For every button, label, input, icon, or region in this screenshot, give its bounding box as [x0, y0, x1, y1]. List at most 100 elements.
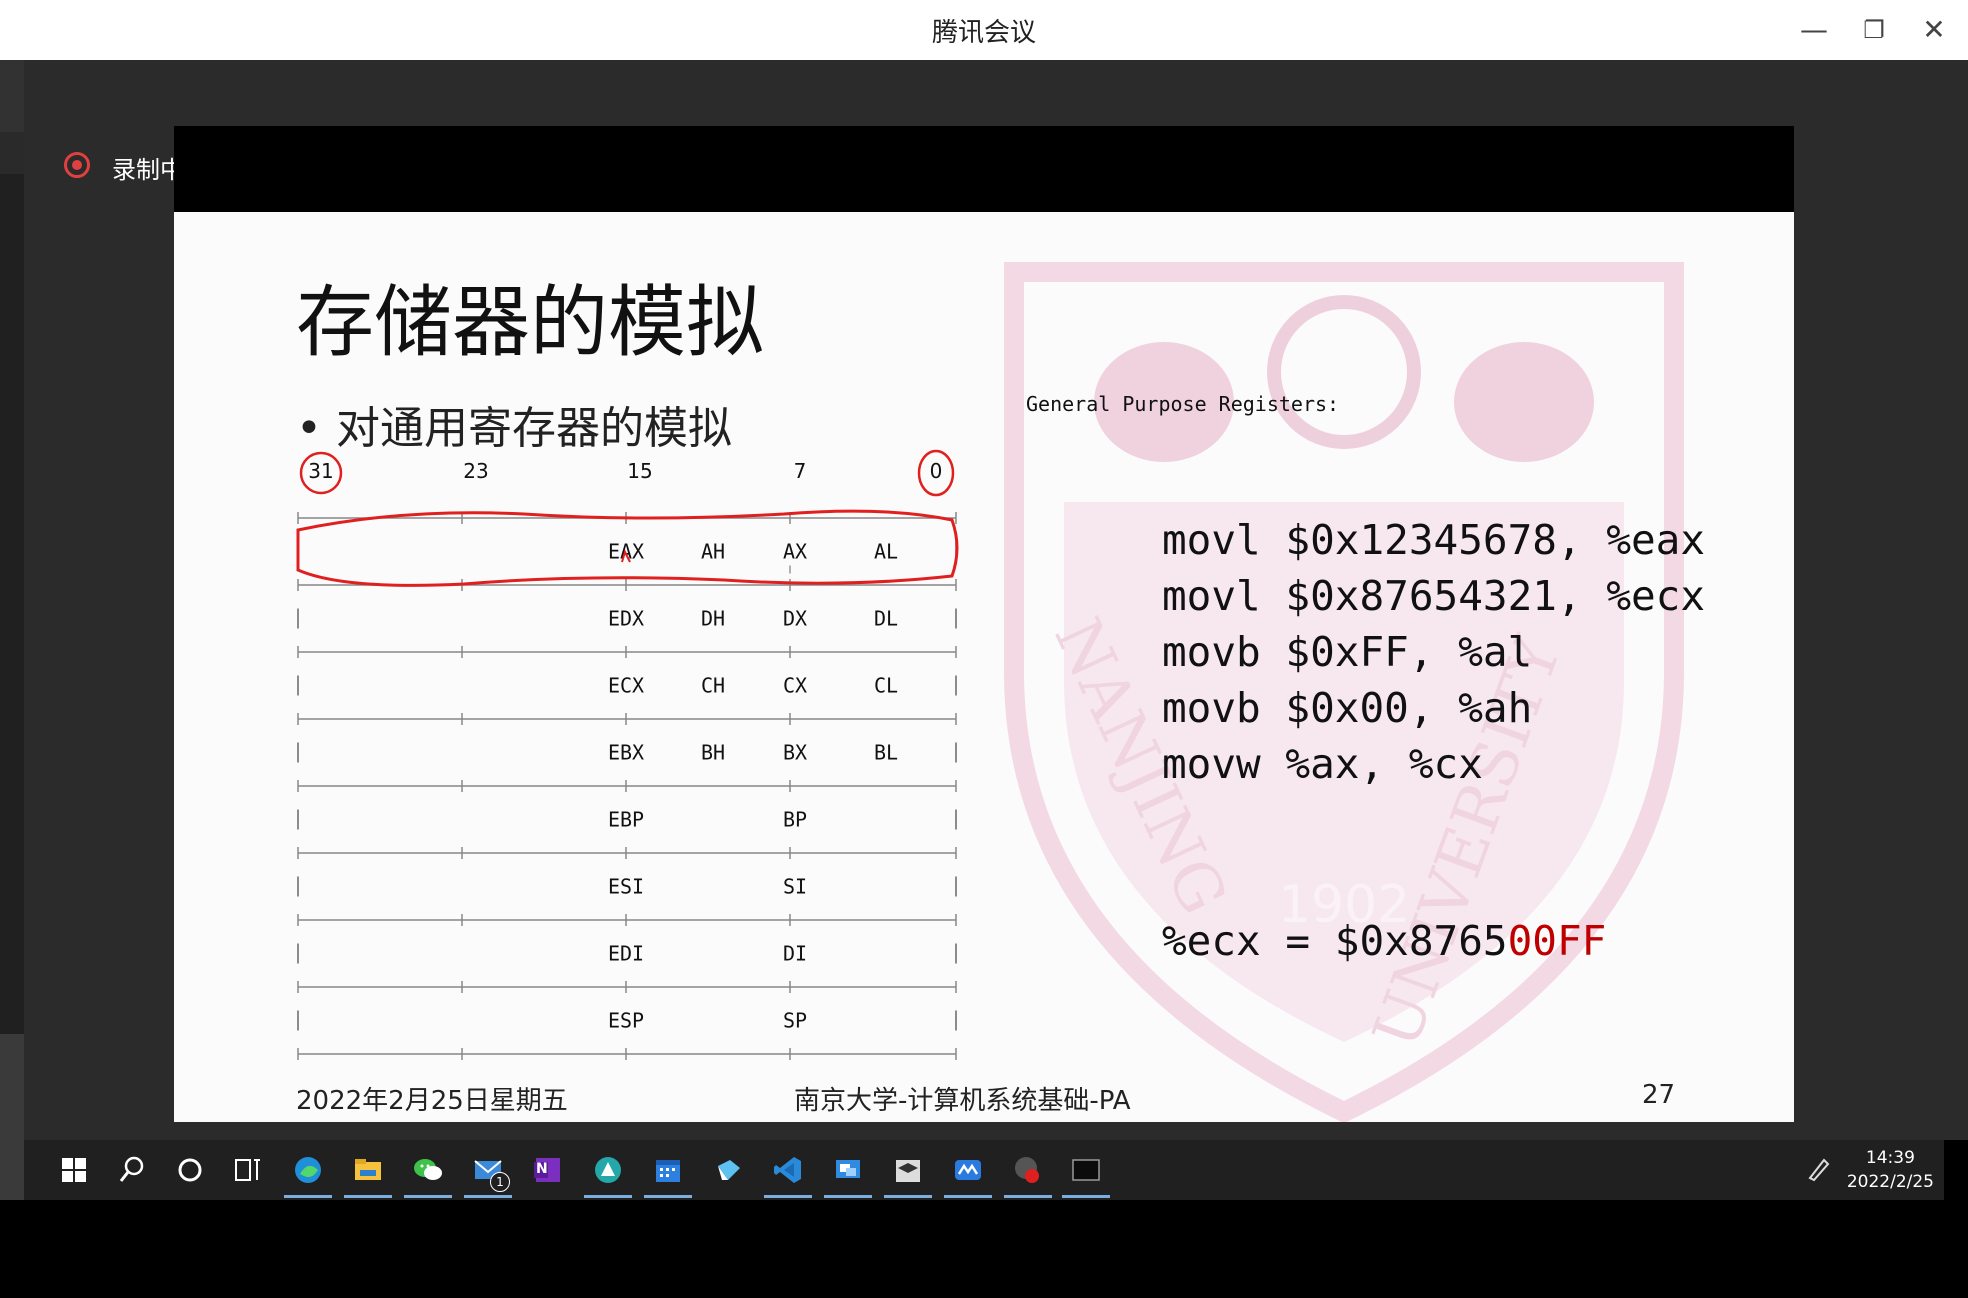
system-clock[interactable]: 14:39 2022/2/25	[1847, 1146, 1934, 1194]
mail-badge: 1	[490, 1172, 510, 1192]
pen-icon[interactable]	[1804, 1154, 1834, 1184]
mail-button[interactable]: 1	[460, 1148, 516, 1198]
app-icon	[595, 1157, 621, 1183]
register-name: DH	[701, 607, 725, 631]
file-explorer-icon	[355, 1159, 381, 1180]
close-icon: ✕	[1922, 13, 1946, 46]
clock-date: 2022/2/25	[1846, 1172, 1934, 1192]
running-indicator	[884, 1195, 932, 1198]
search-icon	[119, 1156, 144, 1182]
register-name: ECX	[608, 674, 644, 698]
tencent-meeting-button[interactable]	[940, 1148, 996, 1198]
register-name: SI	[783, 875, 807, 899]
recording-icon	[64, 152, 90, 178]
bit-label: 31	[308, 459, 333, 483]
register-name: BP	[783, 808, 807, 832]
title-bar: 腾讯会议 — ❐ ✕	[24, 0, 1946, 60]
edge-icon	[295, 1157, 321, 1183]
clock-time: 14:39	[1865, 1148, 1915, 1168]
task-view-button[interactable]	[220, 1148, 276, 1192]
bit-label: 0	[930, 459, 943, 483]
terminal-button[interactable]	[1058, 1148, 1114, 1198]
classroom-icon	[896, 1160, 920, 1182]
running-indicator	[284, 1195, 332, 1198]
bit-label: 7	[794, 459, 807, 483]
register-name: CH	[701, 674, 725, 698]
edge-button[interactable]	[280, 1148, 336, 1198]
register-name: SP	[783, 1009, 807, 1033]
restore-button[interactable]: ❐	[1852, 8, 1896, 52]
register-name: AX	[783, 540, 807, 564]
result-highlight: 00FF	[1507, 917, 1607, 965]
slide-top-bar	[174, 126, 1794, 212]
screen: 腾讯会议 — ❐ ✕ 录制中 1902 NANJING UNIVERSITY 存…	[0, 0, 1968, 1298]
file-explorer-button[interactable]	[340, 1148, 396, 1198]
running-indicator	[584, 1195, 632, 1198]
code-line: movw %ax, %cx	[1162, 740, 1483, 788]
running-indicator	[1062, 1195, 1110, 1198]
register-name: EAX	[608, 540, 644, 564]
tencent-button[interactable]	[700, 1148, 756, 1192]
right-edge	[1944, 60, 1968, 1140]
result-line: %ecx = $0x876500FF	[1162, 917, 1606, 965]
register-name: BH	[701, 741, 725, 765]
calendar-icon	[656, 1160, 680, 1182]
classroom-button[interactable]	[880, 1148, 936, 1198]
terminal-icon	[1072, 1159, 1100, 1181]
windows-start-icon	[62, 1158, 86, 1182]
register-diagram: 31 23 15 7 0 EAX AH AX AL EDX DH DX DL ECX CH CX CL EBX BH…	[296, 449, 959, 1060]
slide-bullet: • 对通用寄存器的模拟	[296, 403, 732, 454]
left-strip	[0, 60, 24, 132]
onenote-button[interactable]: N	[520, 1148, 576, 1192]
cortana-icon	[178, 1158, 202, 1182]
window-title: 腾讯会议	[931, 18, 1036, 48]
result-prefix: %ecx = $0x8765	[1162, 917, 1508, 965]
running-indicator	[764, 1195, 812, 1198]
register-name: AL	[874, 540, 898, 564]
bottom-letterbox	[0, 1200, 1968, 1298]
register-name: CL	[874, 674, 898, 698]
register-name: DX	[783, 607, 807, 631]
windows-start-button[interactable]	[46, 1148, 102, 1192]
code-block: movl $0x12345678, %eax movl $0x87654321, …	[1162, 512, 1705, 792]
code-line: movl $0x87654321, %ecx	[1162, 572, 1706, 620]
footer-course: 南京大学-计算机系统基础-PA	[794, 1086, 1131, 1116]
vscode-button[interactable]	[760, 1148, 816, 1198]
tencent-icon	[718, 1160, 740, 1180]
register-name: DI	[783, 942, 807, 966]
task-view-icon	[235, 1159, 260, 1181]
minimize-button[interactable]: —	[1792, 8, 1836, 52]
register-name: EDI	[608, 942, 644, 966]
wechat-icon	[414, 1159, 442, 1180]
remote-desktop-button[interactable]	[820, 1148, 876, 1198]
code-line: movl $0x12345678, %eax	[1162, 516, 1706, 564]
recorder-icon	[1015, 1157, 1039, 1183]
minimize-icon: —	[1800, 13, 1828, 46]
search-button[interactable]	[104, 1148, 160, 1192]
register-name: AH	[701, 540, 725, 564]
register-name: EBP	[608, 808, 644, 832]
left-strip	[0, 0, 24, 60]
register-name: CX	[783, 674, 807, 698]
app-button[interactable]	[580, 1148, 636, 1198]
register-name: EDX	[608, 607, 644, 631]
running-indicator	[1004, 1195, 1052, 1198]
left-strip	[0, 132, 24, 174]
title-bar-edge	[1944, 0, 1968, 60]
register-name: ESP	[608, 1009, 644, 1033]
running-indicator	[644, 1195, 692, 1198]
register-name: DL	[874, 607, 898, 631]
running-indicator	[464, 1195, 512, 1198]
running-indicator	[944, 1195, 992, 1198]
register-name: BL	[874, 741, 898, 765]
running-indicator	[344, 1195, 392, 1198]
calendar-button[interactable]	[640, 1148, 696, 1198]
register-name: ESI	[608, 875, 644, 899]
running-indicator	[824, 1195, 872, 1198]
code-line: movb $0x00, %ah	[1162, 684, 1533, 732]
wechat-button[interactable]	[400, 1148, 456, 1198]
cortana-button[interactable]	[162, 1148, 218, 1192]
recorder-button[interactable]	[1000, 1148, 1056, 1198]
restore-icon: ❐	[1863, 16, 1885, 44]
bit-label: 23	[463, 459, 488, 483]
